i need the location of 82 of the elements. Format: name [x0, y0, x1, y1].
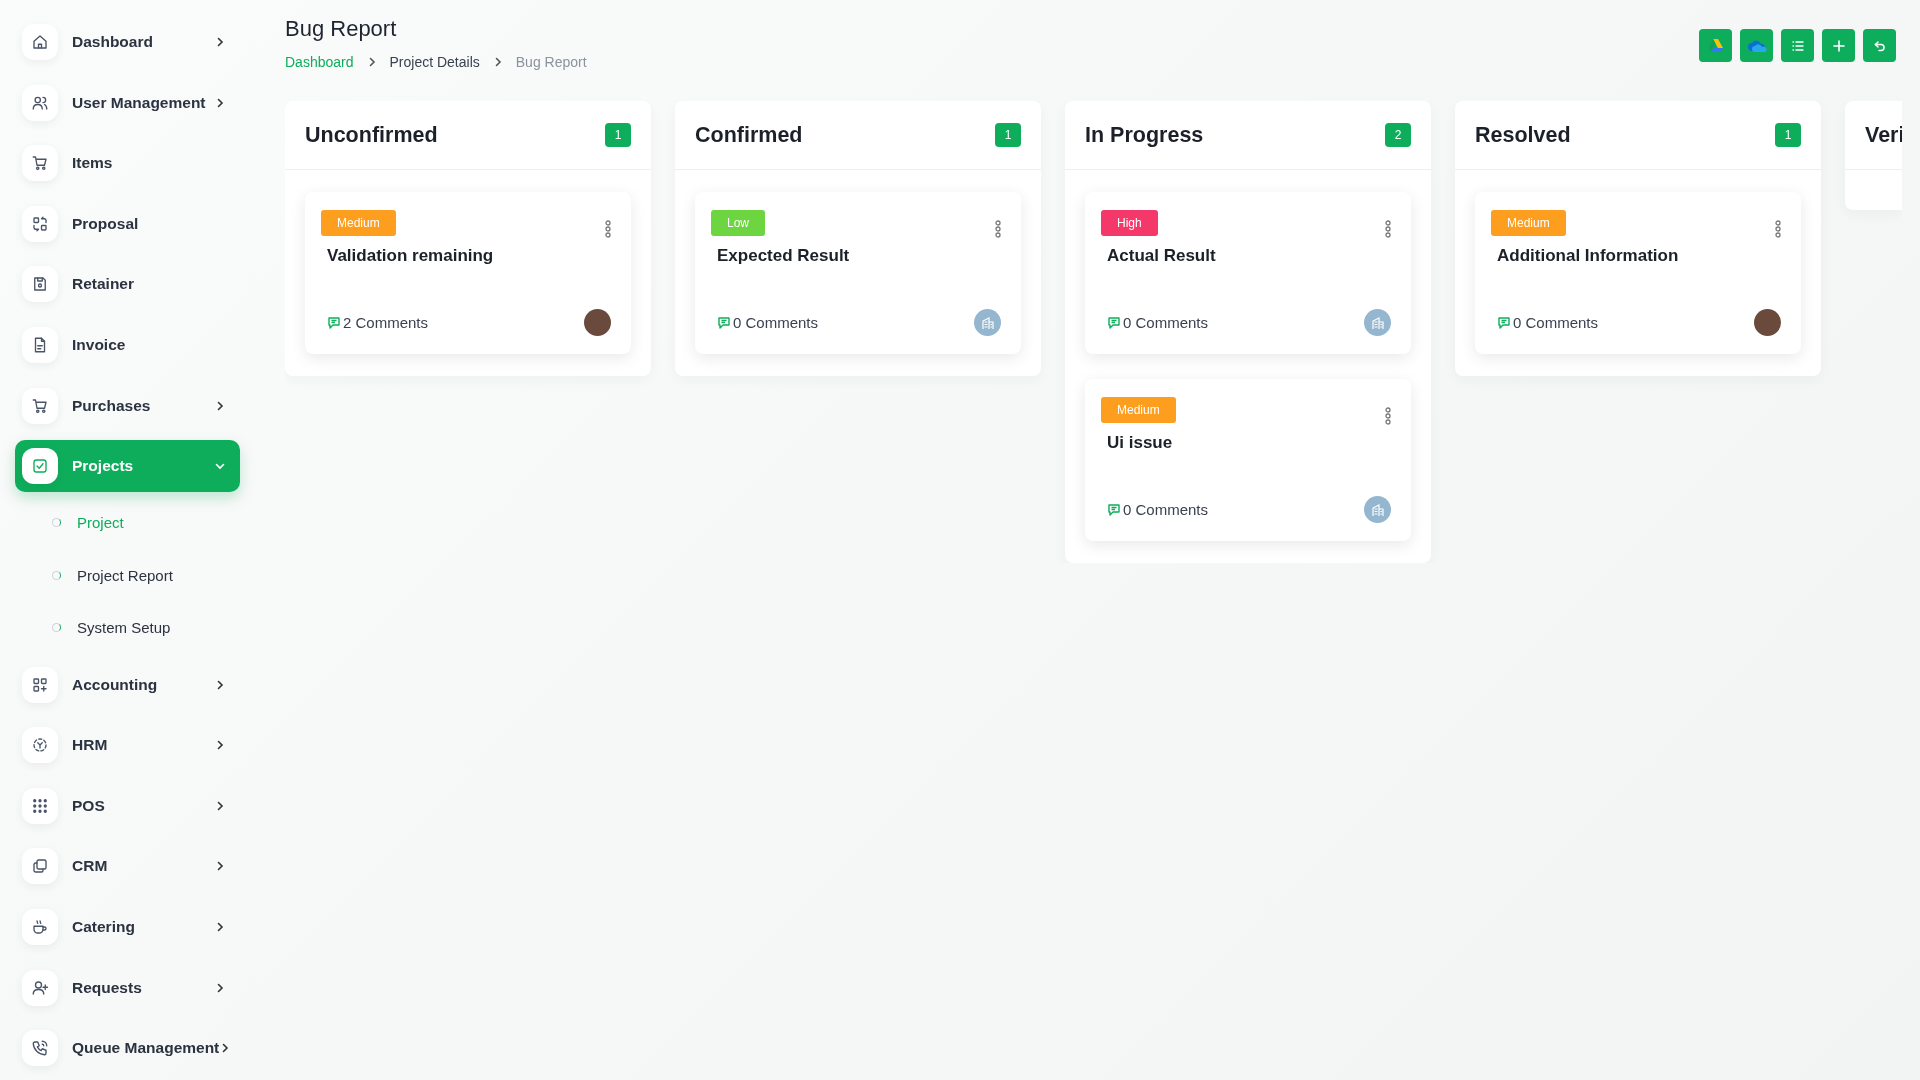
sidebar-subitem[interactable]: System Setup [15, 605, 245, 650]
building-avatar-icon [974, 309, 1001, 336]
home-icon [31, 33, 49, 51]
comment-icon [717, 315, 731, 330]
card-title: Validation remaining [327, 246, 495, 266]
column-title: Unconfirmed [305, 122, 438, 148]
task-card[interactable]: Low Expected Result 0 Comments [695, 192, 1021, 354]
comment-count[interactable]: 0 Comments [1123, 501, 1209, 518]
sidebar-item[interactable]: User Management [15, 76, 240, 129]
comment-count[interactable]: 0 Comments [1513, 314, 1599, 331]
sidebar-item[interactable]: Retainer [15, 258, 240, 311]
plus-icon [1831, 38, 1846, 53]
more-options-icon[interactable] [1385, 220, 1391, 238]
cart-icon [31, 396, 49, 415]
toolbar-button[interactable] [1699, 29, 1732, 62]
swap-icon [31, 214, 49, 233]
comment-count[interactable]: 0 Comments [733, 314, 819, 331]
toolbar-button[interactable] [1863, 29, 1896, 62]
sidebar-item[interactable]: Catering [15, 900, 240, 953]
more-options-icon[interactable] [1775, 220, 1781, 238]
cart-icon [31, 154, 49, 173]
count-badge: 1 [1775, 123, 1801, 147]
priority-tag: Low [711, 210, 765, 236]
priority-tag: Medium [321, 210, 396, 236]
count-badge: 1 [995, 123, 1021, 147]
sidebar-item[interactable]: Purchases [15, 379, 240, 432]
dots-grid-icon [31, 796, 49, 815]
count-badge: 2 [1385, 123, 1411, 147]
task-card[interactable]: High Actual Result 0 Comments [1085, 192, 1411, 354]
priority-tag: Medium [1101, 397, 1176, 423]
sidebar-item[interactable]: HRM [15, 719, 240, 772]
more-options-icon[interactable] [605, 220, 611, 238]
comment-icon [327, 315, 341, 330]
overlapping-squares-icon [31, 857, 49, 876]
building-avatar-icon [1364, 309, 1391, 336]
sidebar-item[interactable]: Invoice [15, 318, 240, 371]
toolbar-button[interactable] [1781, 29, 1814, 62]
breadcrumb-current: Bug Report [515, 54, 587, 70]
phone-icon [31, 1039, 49, 1058]
comment-icon [1107, 315, 1121, 330]
more-options-icon[interactable] [1385, 407, 1391, 425]
page-title: Bug Report [285, 16, 398, 42]
priority-tag: High [1101, 210, 1158, 236]
sidebar-item[interactable]: Queue Management [15, 1022, 240, 1075]
user-plus-icon [31, 978, 49, 997]
comment-icon [1497, 315, 1511, 330]
card-title: Ui issue [1107, 433, 1174, 453]
avatar-photo [584, 309, 611, 336]
toolbar-button[interactable] [1822, 29, 1855, 62]
column-title: Veri [1865, 122, 1902, 148]
task-card[interactable]: Medium Validation remaining 2 Comments [305, 192, 631, 354]
sidebar-item[interactable]: POS [15, 779, 240, 832]
comment-count[interactable]: 2 Comments [343, 314, 429, 331]
avatar-photo [1754, 309, 1781, 336]
card-title: Additional Information [1497, 246, 1680, 266]
triangle-logo-icon [1707, 37, 1724, 54]
list-icon [1790, 38, 1805, 53]
column-title: Resolved [1475, 122, 1571, 148]
card-title: Expected Result [717, 246, 851, 266]
sidebar-item[interactable]: Items [15, 137, 240, 190]
breadcrumb-link[interactable]: Project Details [389, 54, 480, 70]
task-card[interactable]: Medium Additional Information 0 Comments [1475, 192, 1801, 354]
building-avatar-icon [1364, 496, 1391, 523]
checkbox-icon [31, 457, 49, 476]
column-title: In Progress [1085, 122, 1204, 148]
count-badge: 1 [605, 123, 631, 147]
undo-icon [1872, 38, 1887, 53]
sidebar-item[interactable]: Requests [15, 961, 240, 1014]
comment-icon [1107, 502, 1121, 517]
sidebar-subitem[interactable]: Project Report [15, 553, 245, 598]
sidebar-item[interactable]: Accounting [15, 658, 240, 711]
grid-plus-icon [31, 675, 49, 694]
task-card[interactable]: Medium Ui issue 0 Comments [1085, 379, 1411, 541]
sidebar-item[interactable]: Proposal [15, 197, 240, 250]
sidebar-item[interactable]: Dashboard [15, 16, 240, 68]
sidebar-item[interactable]: CRM [15, 840, 240, 893]
comment-count[interactable]: 0 Comments [1123, 314, 1209, 331]
priority-tag: Medium [1491, 210, 1566, 236]
column-title: Confirmed [695, 122, 803, 148]
cloud-icon [1746, 38, 1767, 53]
more-options-icon[interactable] [995, 220, 1001, 238]
card-title: Actual Result [1107, 246, 1217, 266]
